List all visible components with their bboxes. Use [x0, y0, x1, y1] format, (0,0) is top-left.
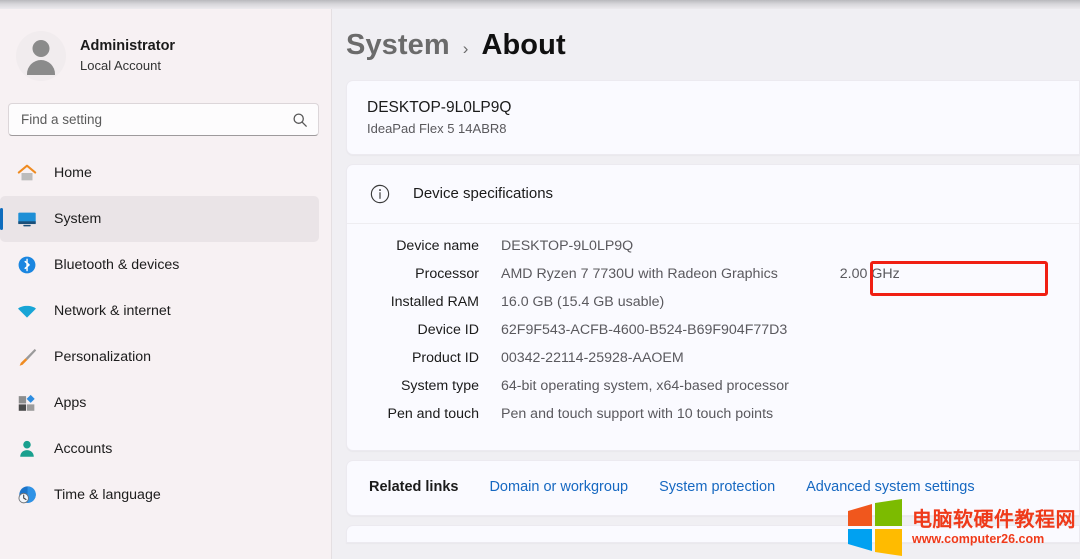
- wifi-icon: [18, 305, 36, 318]
- monitor-icon: [18, 212, 36, 227]
- sidebar-item-label: System: [54, 211, 102, 227]
- spec-key: Device ID: [417, 321, 480, 338]
- sidebar-item-home[interactable]: Home: [0, 150, 319, 196]
- table-row: Processor AMD Ryzen 7 7730U with Radeon …: [347, 266, 1079, 294]
- spec-key: Device name: [396, 237, 479, 254]
- sidebar-item-system[interactable]: System: [0, 196, 319, 242]
- table-row: Device name DESKTOP-9L0LP9Q: [347, 238, 1079, 266]
- link-advanced-system-settings[interactable]: Advanced system settings: [806, 479, 974, 495]
- related-links-card: Related links Domain or workgroup System…: [346, 459, 1080, 516]
- device-specifications-title: Device specifications: [413, 185, 554, 203]
- table-row: Installed RAM 16.0 GB (15.4 GB usable): [347, 294, 1079, 322]
- spec-value: 64-bit operating system, x64-based proce…: [501, 377, 789, 394]
- clock-globe-icon: [18, 486, 36, 504]
- info-circle-icon: [370, 184, 390, 203]
- sidebar-item-network-internet[interactable]: Network & internet: [0, 288, 319, 334]
- spec-value: AMD Ryzen 7 7730U with Radeon Graphics: [501, 265, 778, 282]
- spec-value: Pen and touch support with 10 touch poin…: [501, 405, 774, 422]
- table-row: Device ID 62F9F543-ACFB-4600-B524-B69F90…: [347, 322, 1079, 350]
- link-domain-or-workgroup[interactable]: Domain or workgroup: [489, 479, 628, 495]
- device-summary-card: DESKTOP-9L0LP9Q IdeaPad Flex 5 14ABR8: [346, 80, 1080, 155]
- user-profile[interactable]: Administrator Local Account: [0, 9, 331, 101]
- paintbrush-icon: [19, 348, 37, 366]
- profile-name: Administrator: [80, 38, 176, 55]
- spec-key: Product ID: [411, 349, 479, 366]
- sidebar-item-label: Personalization: [54, 349, 152, 365]
- spec-value-extra: 2.00 GHz: [839, 265, 900, 282]
- table-row: System type 64-bit operating system, x64…: [347, 378, 1079, 406]
- device-specifications-card: Device specifications Device name DESKTO…: [346, 163, 1080, 451]
- device-name-heading: DESKTOP-9L0LP9Q: [367, 99, 512, 116]
- spec-key: Installed RAM: [390, 293, 479, 310]
- settings-window: Administrator Local Account Home: [0, 0, 1080, 559]
- related-links-label: Related links: [369, 478, 459, 495]
- breadcrumb-parent[interactable]: System: [346, 29, 450, 62]
- sidebar-item-label: Home: [54, 165, 92, 181]
- link-system-protection[interactable]: System protection: [659, 479, 775, 495]
- sidebar-item-label: Network & internet: [54, 303, 171, 319]
- avatar: [16, 31, 66, 81]
- sidebar-item-label: Accounts: [54, 441, 113, 457]
- spec-key: Processor: [415, 265, 479, 282]
- search-icon: [293, 112, 307, 127]
- device-specifications-rows: Device name DESKTOP-9L0LP9Q Processor AM…: [347, 224, 1079, 450]
- table-row: Product ID 00342-22114-25928-AAOEM: [347, 350, 1079, 378]
- next-card-partial: [346, 524, 1080, 543]
- main-content: System › About DESKTOP-9L0LP9Q IdeaPad F…: [332, 0, 1080, 559]
- spec-key: Pen and touch: [387, 405, 479, 422]
- device-specifications-header[interactable]: Device specifications: [347, 165, 1079, 224]
- home-icon: [17, 164, 37, 181]
- apps-icon: [18, 394, 35, 411]
- sidebar-nav: Home System Bluetooth & devices Network …: [0, 150, 331, 518]
- sidebar-item-apps[interactable]: Apps: [0, 380, 319, 426]
- page-title: About: [481, 29, 566, 61]
- sidebar-item-accounts[interactable]: Accounts: [0, 426, 319, 472]
- sidebar-item-label: Bluetooth & devices: [54, 257, 180, 273]
- sidebar-item-bluetooth-devices[interactable]: Bluetooth & devices: [0, 242, 319, 288]
- sidebar: Administrator Local Account Home: [0, 0, 332, 559]
- bluetooth-icon: [18, 256, 36, 274]
- breadcrumb: System › About: [332, 9, 1080, 62]
- table-row: Pen and touch Pen and touch support with…: [347, 406, 1079, 434]
- device-model: IdeaPad Flex 5 14ABR8: [367, 121, 507, 137]
- sidebar-item-label: Apps: [54, 395, 87, 411]
- spec-value: 62F9F543-ACFB-4600-B524-B69F904F77D3: [501, 321, 788, 338]
- spec-key: System type: [400, 377, 479, 394]
- search-input[interactable]: [21, 112, 292, 127]
- search-box[interactable]: [8, 103, 319, 136]
- related-links-row: Related links Domain or workgroup System…: [347, 461, 1079, 515]
- accounts-person-icon: [20, 440, 34, 457]
- sidebar-item-label: Time & language: [54, 487, 161, 503]
- spec-value: DESKTOP-9L0LP9Q: [501, 237, 634, 254]
- spec-value: 16.0 GB (15.4 GB usable): [501, 293, 665, 310]
- sidebar-item-time-language[interactable]: Time & language: [0, 472, 319, 518]
- sidebar-item-personalization[interactable]: Personalization: [0, 334, 319, 380]
- spec-value: 00342-22114-25928-AAOEM: [501, 349, 684, 366]
- cards-container: DESKTOP-9L0LP9Q IdeaPad Flex 5 14ABR8 De…: [332, 62, 1080, 543]
- profile-account-type: Local Account: [80, 57, 161, 73]
- chevron-right-icon: ›: [462, 39, 469, 58]
